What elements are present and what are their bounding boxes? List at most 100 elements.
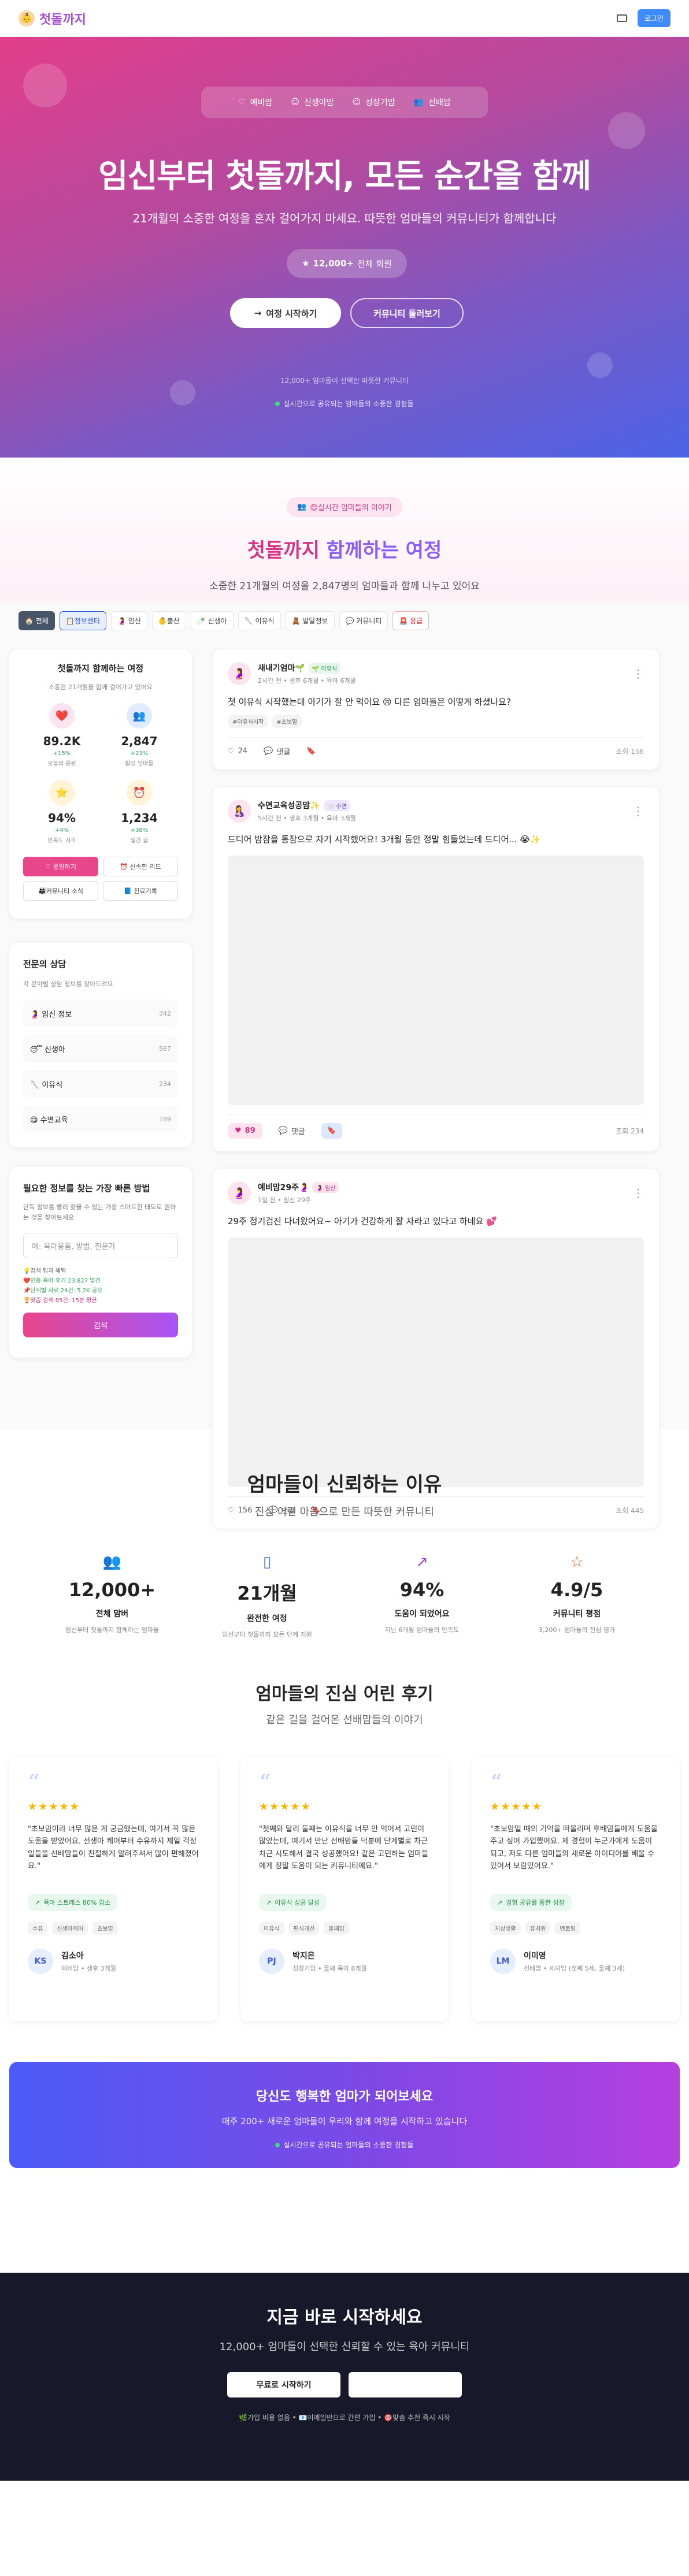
- trust-stat: ▯ 21개월 완전한 여정 임신부터 첫돌까지 모든 단계 지원: [203, 1553, 331, 1639]
- expert-consult-card: 전문의 상담 각 분야별 상담 정보를 찾아드려요 🤰 임신 정보 342 😴 신…: [9, 943, 192, 1147]
- filter-newborn[interactable]: 🍼 신생아: [190, 611, 234, 630]
- more-icon[interactable]: ⋮: [632, 1186, 644, 1200]
- avatar: 🤰: [228, 1181, 251, 1205]
- filter-community[interactable]: 💬 커뮤니티: [339, 611, 388, 630]
- like-count: 24: [238, 747, 248, 756]
- like-button[interactable]: ♡ 156: [228, 1506, 252, 1515]
- tab-label: 선배맘: [428, 98, 451, 107]
- filter-pregnancy[interactable]: 🤰 임신: [110, 611, 147, 630]
- cheer-button[interactable]: ♡ 응원하기: [23, 857, 98, 876]
- badge-text: 경험 공유를 통한 성장: [506, 1899, 565, 1906]
- tab-growth[interactable]: ☺ 성장기맘: [353, 96, 395, 108]
- tab-pregnant[interactable]: ♡ 예비맘: [238, 96, 272, 108]
- trust-stat: ↗ 94% 도움이 되었어요 지난 6개월 엄마들의 만족도: [358, 1553, 486, 1639]
- bookmark-icon[interactable]: 🔖: [321, 1123, 343, 1139]
- free-start-button[interactable]: 무료로 시작하기: [227, 2372, 340, 2397]
- expert-label: 🤰 임신 정보: [30, 1010, 72, 1019]
- comment-icon: 💬: [278, 1127, 288, 1135]
- tab-senior[interactable]: 👥 선배맘: [414, 96, 451, 108]
- more-icon[interactable]: ⋮: [632, 667, 644, 681]
- heart-icon: ❤️: [49, 703, 75, 728]
- filter-birth[interactable]: 👶출산: [151, 611, 186, 630]
- members-pill: ★ 12,000+ 전체 회원: [287, 249, 407, 278]
- avatar: LM: [490, 1949, 516, 1974]
- tip-item: ❤️인증 육아 후기 23,827 발견: [23, 1278, 101, 1285]
- expert-item[interactable]: 😋 수면교육 189: [23, 1106, 178, 1133]
- tab-newborn[interactable]: ☺ 신생아맘: [291, 96, 334, 108]
- filter-info[interactable]: 📋정보센터: [59, 611, 106, 630]
- rating-stars: ★★★★★: [490, 1801, 543, 1813]
- login-button[interactable]: 로그인: [637, 9, 671, 27]
- comment-button[interactable]: 💬 댓글: [264, 746, 290, 757]
- search-subtitle: 단독 정보를 빨리 찾을 수 있는 가장 스마트한 태도로 원하는 것을 찾아보…: [23, 1203, 176, 1221]
- start-journey-button[interactable]: → 여정 시작하기: [230, 298, 341, 328]
- expert-item[interactable]: 🤰 임신 정보 342: [23, 1000, 178, 1027]
- hero-note: 12,000+ 엄마들이 선택한 따뜻한 커뮤니티: [280, 377, 409, 385]
- book-icon: ▯: [262, 1553, 272, 1571]
- hero-title: 임신부터 첫돌까지, 모든 순간을 함께: [98, 158, 591, 195]
- comment-label: 댓글: [276, 748, 291, 757]
- badge-text: 육아 스트레스 80% 감소: [43, 1899, 111, 1906]
- stat-label: 활성 엄마들: [125, 761, 154, 767]
- logo[interactable]: 👶 첫돌까지: [18, 9, 86, 28]
- stat-change: +23%: [130, 750, 149, 757]
- hashtag[interactable]: #초보맘: [272, 715, 302, 728]
- medical-record-button[interactable]: 📘 진료기록: [103, 881, 178, 901]
- comment-button[interactable]: 💬 댓글: [279, 1125, 305, 1136]
- cta-banner: 당신도 행복한 엄마가 되어보세요 매주 200+ 새로운 엄마들이 우리와 함…: [9, 2062, 680, 2168]
- post-text: 드디어 밤잠을 통잠으로 자기 시작했어요! 3개월 동안 정말 힘들었는데 드…: [228, 834, 541, 845]
- post-image[interactable]: [228, 1237, 644, 1487]
- filter-all[interactable]: 🏠 전체: [18, 611, 55, 630]
- category-tag: 🤍 수면: [323, 800, 350, 811]
- filter-development[interactable]: 🧸 발달정보: [285, 611, 335, 630]
- expert-item[interactable]: 😴 신생아 567: [23, 1035, 178, 1062]
- search-button[interactable]: 검색: [23, 1313, 178, 1338]
- post-card[interactable]: 🤰 새내기엄마🌱 🌱 이유식 2시간 전 • 생후 6개월 • 육아 6개월 ⋮ …: [213, 649, 659, 770]
- comment-label: 댓글: [291, 1128, 305, 1136]
- filter-emergency[interactable]: 🚨 응급: [392, 611, 429, 630]
- search-tips: 💡검색 팁과 혜택 ❤️인증 육아 후기 23,827 발견 📌단계별 자료 2…: [23, 1266, 178, 1306]
- search-input[interactable]: 예: 육아용품, 방법, 전문가: [23, 1233, 178, 1259]
- monitor-icon[interactable]: [616, 14, 627, 22]
- expert-item[interactable]: 🥄 이유식 234: [23, 1070, 178, 1098]
- more-icon[interactable]: ⋮: [632, 804, 644, 818]
- secondary-button[interactable]: [349, 2372, 462, 2397]
- view-count: 조회 156: [616, 748, 644, 756]
- hero-section: ♡ 예비맘 ☺ 신생아맘 ☺ 성장기맘 👥 선배맘 임신부터 첫돌까지, 모든 순간을 …: [0, 37, 689, 458]
- like-button[interactable]: ♥ 89: [228, 1123, 262, 1139]
- community-news-button[interactable]: 👨‍👩‍👧커뮤니티 소식: [23, 881, 98, 901]
- hashtag[interactable]: #이유식시작: [228, 715, 269, 728]
- decor-bubble: [608, 112, 645, 149]
- filter-weaning[interactable]: 🥄 이유식: [238, 611, 281, 630]
- trust-label: 커뮤니티 평점: [553, 1609, 601, 1619]
- post-image[interactable]: [228, 856, 644, 1105]
- reviewer-name: 박지은: [292, 1951, 315, 1961]
- post-card[interactable]: 🤱 수면교육성공맘✨ 🤍 수면 5시간 전 • 생후 3개월 • 육아 3개월 ⋮…: [213, 787, 659, 1151]
- quick-lead-button[interactable]: ⏰ 신속한 리드: [103, 857, 178, 876]
- quote-icon: “: [490, 1770, 502, 1797]
- like-count: 89: [245, 1127, 255, 1135]
- decor-bubble: [23, 64, 67, 107]
- logo-title: 첫돌까지: [39, 12, 86, 27]
- cta-subtitle: 매주 200+ 새로운 엄마들이 우리와 함께 여정을 시작하고 있습니다: [221, 2116, 468, 2127]
- post-meta: 1일 전 • 임신 29주: [258, 1196, 312, 1204]
- title-part-b: 함께하는 여정: [326, 539, 442, 562]
- bookmark-icon[interactable]: 🔖: [306, 747, 316, 756]
- consult-subtitle: 각 분야별 상담 정보를 찾아드려요: [23, 980, 113, 988]
- trend-icon: ↗: [266, 1898, 272, 1906]
- title-part-a: 첫돌까지: [247, 539, 327, 562]
- footer-title: 지금 바로 시작하세요: [266, 2307, 423, 2328]
- quote-icon: “: [259, 1770, 271, 1797]
- browse-community-button[interactable]: 커뮤니티 둘러보기: [350, 298, 464, 328]
- post-meta: 5시간 전 • 생후 3개월 • 육아 3개월: [258, 815, 356, 822]
- review-card: “ ★★★★★ "첫째와 달리 둘째는 이유식을 너무 안 먹어서 고민이 많았…: [240, 1757, 449, 2021]
- stat-label: 만족도 지수: [47, 838, 76, 844]
- baby-icon: 👶: [18, 10, 35, 27]
- reviewer-name: 이미영: [524, 1951, 546, 1961]
- post-text: 29주 정기검진 다녀왔어요~ 아기가 건강하게 잘 자라고 있다고 하네요 💕: [228, 1216, 497, 1226]
- tab-label: 신생아맘: [304, 98, 334, 107]
- like-button[interactable]: ♡ 24: [228, 747, 247, 756]
- stat-value: 2,847: [121, 734, 158, 748]
- stat-value: 1,234: [121, 811, 158, 825]
- rating-stars: ★★★★★: [28, 1801, 80, 1813]
